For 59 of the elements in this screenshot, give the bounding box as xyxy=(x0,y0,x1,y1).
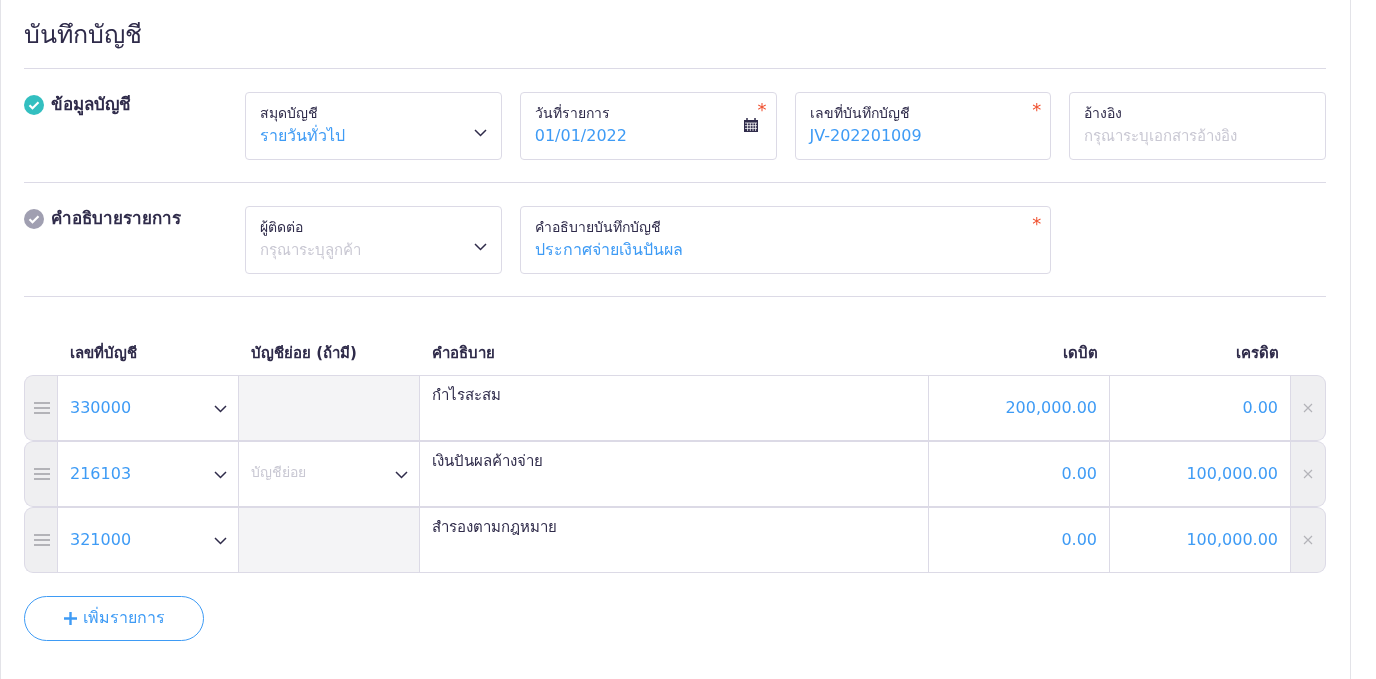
description-cell[interactable]: สำรองตามกฎหมาย xyxy=(419,506,929,573)
column-header: คำอธิบาย xyxy=(431,343,496,364)
account-number: 216103 xyxy=(70,463,132,483)
dropdown-field[interactable]: 216103 xyxy=(57,440,239,507)
page-title: บันทึกบัญชี xyxy=(24,19,143,51)
date-field[interactable]: วันที่รายการ 01/01/2022 * xyxy=(519,92,777,160)
field-label: ผู้ติดต่อ xyxy=(260,218,304,237)
required-asterisk: * xyxy=(1032,98,1042,122)
drag-handle[interactable] xyxy=(24,374,58,441)
field-label: คำอธิบายบันทึกบัญชี xyxy=(534,218,662,237)
input-field[interactable]: เลขที่บันทึกบัญชี JV-202201009 * xyxy=(794,92,1052,160)
column-header: เลขที่บัญชี xyxy=(69,342,138,364)
field-label: สมุดบัญชี xyxy=(260,104,319,123)
field-value: JV-202201009 xyxy=(809,125,922,147)
chevron-down-icon xyxy=(214,536,227,545)
account-number: 330000 xyxy=(70,397,132,417)
input-field[interactable]: คำอธิบายบันทึกบัญชี ประกาศจ่ายเงินปันผล * xyxy=(519,206,1052,274)
close-icon xyxy=(1303,534,1313,545)
dropdown-field[interactable]: สมุดบัญชี รายวันทั่วไป xyxy=(245,92,502,160)
add-item-button[interactable]: เพิ่มรายการ xyxy=(24,595,204,641)
drag-handle[interactable] xyxy=(24,506,58,573)
chevron-down-icon xyxy=(214,470,227,479)
column-header: เครดิต xyxy=(1235,343,1280,364)
menu-icon xyxy=(33,401,50,414)
close-icon xyxy=(1303,402,1313,413)
credit-cell[interactable]: 100,000.00 xyxy=(1109,506,1291,573)
drag-handle[interactable] xyxy=(24,440,58,507)
calendar-icon xyxy=(743,118,758,132)
column-header: บัญชีย่อย (ถ้ามี) xyxy=(250,343,358,364)
field-value: รายวันทั่วไป xyxy=(260,124,345,147)
chevron-down-icon xyxy=(473,243,487,251)
description-cell[interactable]: เงินปันผลค้างจ่าย xyxy=(419,440,929,507)
credit-cell[interactable]: 100,000.00 xyxy=(1109,440,1291,507)
chevron-down-icon xyxy=(395,470,408,479)
debit-cell[interactable]: 0.00 xyxy=(928,440,1110,507)
menu-icon xyxy=(33,467,50,480)
field-label: วันที่รายการ xyxy=(534,103,611,123)
delete-row-button[interactable] xyxy=(1291,440,1326,507)
close-icon xyxy=(1303,468,1313,479)
menu-icon xyxy=(33,533,50,546)
section-label: ข้อมูลบัญชี xyxy=(51,93,131,118)
column-header: เดบิต xyxy=(1062,343,1099,364)
chevron-down-icon xyxy=(473,129,487,137)
debit-cell[interactable]: 200,000.00 xyxy=(928,374,1110,441)
description-cell[interactable]: กำไรสะสม xyxy=(419,374,929,441)
section-label: คำอธิบายรายการ xyxy=(51,207,181,230)
account-number: 321000 xyxy=(70,529,132,549)
field-label: เลขที่บันทึกบัญชี xyxy=(809,103,911,123)
plus-icon xyxy=(63,611,77,625)
field-value: 01/01/2022 xyxy=(534,125,627,147)
field-value: ประกาศจ่ายเงินปันผล xyxy=(534,239,683,261)
delete-row-button[interactable] xyxy=(1291,374,1326,441)
field-label: อ้างอิง xyxy=(1084,104,1124,123)
delete-row-button[interactable] xyxy=(1291,506,1326,573)
required-asterisk: * xyxy=(1032,212,1042,236)
chevron-down-icon xyxy=(214,404,227,413)
required-asterisk: * xyxy=(757,98,767,122)
debit-cell[interactable]: 0.00 xyxy=(928,506,1110,573)
credit-cell[interactable]: 0.00 xyxy=(1109,374,1291,441)
